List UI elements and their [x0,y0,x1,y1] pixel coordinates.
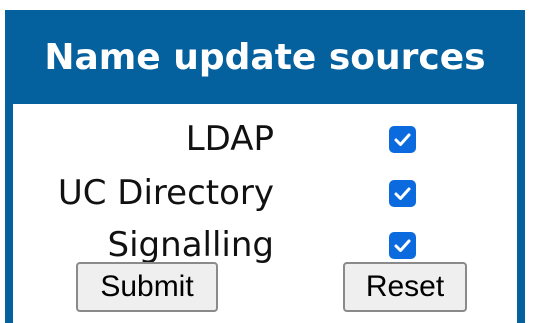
uc-directory-label: UC Directory [57,173,274,213]
submit-button[interactable]: Submit [76,262,218,312]
source-row-ldap: LDAP [13,112,517,166]
uc-directory-checkbox[interactable] [389,180,416,207]
source-row-uc-directory: UC Directory [13,166,517,220]
reset-button[interactable]: Reset [343,262,467,312]
sources-panel: LDAP UC Directory Signalling Submit Rese… [13,104,517,323]
ldap-checkbox[interactable] [389,126,416,153]
checkmark-icon [394,239,411,252]
name-update-sources-form: Name update sources LDAP UC Directory Si… [5,10,525,323]
ldap-label: LDAP [185,119,274,159]
checkmark-icon [394,187,411,200]
signalling-checkbox[interactable] [389,232,416,259]
checkmark-icon [394,133,411,146]
form-title: Name update sources [44,36,486,78]
